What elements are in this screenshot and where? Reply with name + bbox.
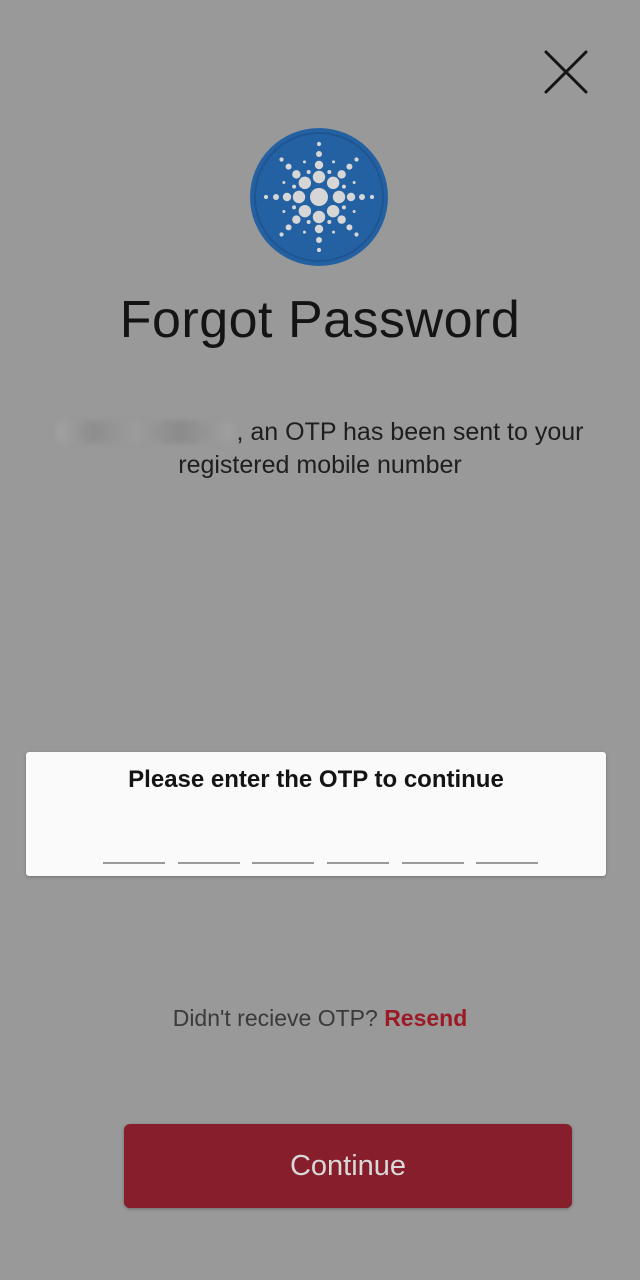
otp-sent-text: , an OTP has been sent to your registere… bbox=[178, 418, 584, 479]
forgot-password-screen: Forgot Password , an OTP has been sent t… bbox=[0, 0, 640, 1280]
otp-digit-2[interactable] bbox=[178, 840, 240, 864]
otp-prompt-label: Please enter the OTP to continue bbox=[128, 766, 504, 793]
otp-digit-4[interactable] bbox=[327, 840, 389, 864]
starburst-logo-icon bbox=[250, 128, 388, 266]
otp-digit-3[interactable] bbox=[252, 840, 314, 864]
close-icon bbox=[544, 50, 588, 94]
close-button[interactable] bbox=[536, 44, 596, 104]
masked-mobile-number bbox=[56, 421, 233, 443]
resend-prompt: Didn't recieve OTP? bbox=[172, 1005, 378, 1031]
otp-digit-6[interactable] bbox=[476, 840, 538, 864]
otp-card: Please enter the OTP to continue bbox=[26, 752, 606, 876]
page-title: Forgot Password bbox=[119, 291, 521, 349]
otp-digit-1[interactable] bbox=[103, 840, 165, 864]
continue-button[interactable]: Continue bbox=[124, 1124, 572, 1208]
resend-link[interactable]: Resend bbox=[384, 1005, 467, 1031]
resend-row: Didn't recieve OTP? Resend bbox=[0, 1005, 640, 1032]
otp-sent-message: , an OTP has been sent to your registere… bbox=[40, 416, 600, 482]
otp-digit-5[interactable] bbox=[402, 840, 464, 864]
